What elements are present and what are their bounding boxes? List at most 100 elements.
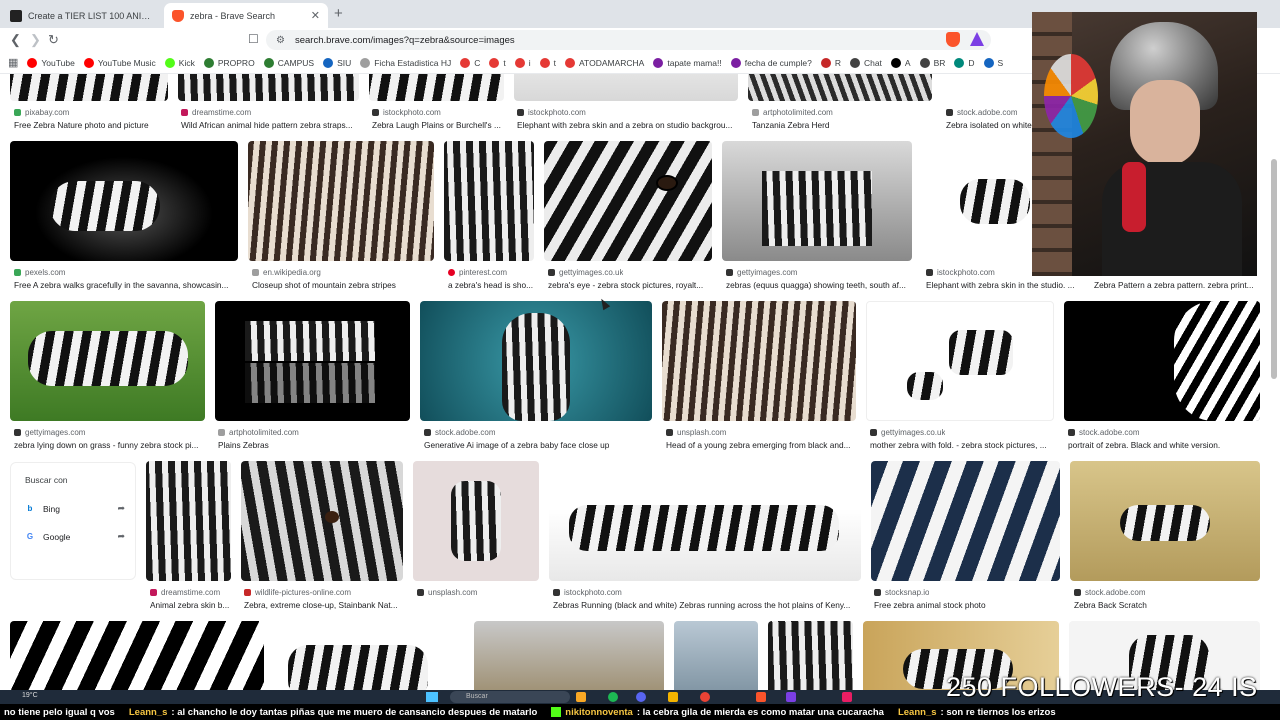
spotify-icon[interactable] xyxy=(608,692,618,702)
bookmark-item[interactable]: tapate mama!! xyxy=(653,57,722,68)
reload-icon[interactable]: ↻ xyxy=(48,32,59,48)
result-caption[interactable]: Animal zebra skin b... xyxy=(150,600,234,610)
result-source[interactable]: unsplash.com xyxy=(417,588,477,597)
result-caption[interactable]: Generative Ai image of a zebra baby face… xyxy=(424,440,654,450)
result-source[interactable]: en.wikipedia.org xyxy=(252,268,321,277)
bookmark-item[interactable]: Kick xyxy=(164,57,195,68)
result-image[interactable] xyxy=(10,301,205,421)
result-source[interactable]: istockphoto.com xyxy=(553,588,622,597)
result-source[interactable]: stock.adobe.com xyxy=(1068,428,1139,437)
result-source[interactable]: gettyimages.com xyxy=(14,428,85,437)
result-image[interactable] xyxy=(215,301,410,421)
tab-tier-list[interactable]: Create a TIER LIST 100 ANIMALES SU xyxy=(2,3,162,28)
result-image[interactable] xyxy=(474,621,664,690)
result-caption[interactable]: Free zebra animal stock photo xyxy=(874,600,1060,610)
result-source[interactable]: artphotolimited.com xyxy=(752,108,833,117)
page-scrollbar[interactable] xyxy=(1270,74,1278,690)
result-source[interactable]: stock.adobe.com xyxy=(424,428,495,437)
taskbar-search[interactable]: Buscar xyxy=(450,691,570,703)
result-caption[interactable]: Zebra Laugh Plains or Burchell's ... xyxy=(372,120,504,130)
result-image[interactable] xyxy=(420,301,652,421)
result-caption[interactable]: Zebra Pattern a zebra pattern. zebra pri… xyxy=(1094,280,1260,290)
result-caption[interactable]: Elephant with zebra skin in the studio. … xyxy=(926,280,1080,290)
result-caption[interactable]: portrait of zebra. Black and white versi… xyxy=(1068,440,1260,450)
result-source[interactable]: stocksnap.io xyxy=(874,588,929,597)
site-info-icon[interactable]: ⚙ xyxy=(276,35,285,46)
bookmark-item[interactable]: Ficha Estadistica HJ xyxy=(360,57,451,68)
bookmark-item[interactable]: S xyxy=(983,57,1003,68)
result-image[interactable] xyxy=(662,301,856,421)
brave-shields-icon[interactable] xyxy=(946,32,960,47)
bookmark-item[interactable]: YouTube Music xyxy=(83,57,156,68)
result-source[interactable]: istockphoto.com xyxy=(517,108,586,117)
result-image[interactable] xyxy=(274,621,464,690)
result-image[interactable] xyxy=(1064,301,1260,421)
bookmark-item[interactable]: fecha de cumple? xyxy=(730,57,812,68)
result-caption[interactable]: Plains Zebras xyxy=(218,440,410,450)
result-source[interactable]: pinterest.com xyxy=(448,268,507,277)
result-image[interactable] xyxy=(413,461,539,581)
windows-start-icon[interactable] xyxy=(426,692,438,702)
forward-icon[interactable]: ❯ xyxy=(30,32,41,48)
result-caption[interactable]: zebras (equus quagga) showing teeth, sou… xyxy=(726,280,914,290)
result-image[interactable] xyxy=(10,621,264,690)
bookmark-item[interactable]: ATODAMARCHA xyxy=(565,57,644,68)
result-caption[interactable]: zebra's eye - zebra stock pictures, roya… xyxy=(548,280,712,290)
bookmark-item[interactable]: PROPRO xyxy=(203,57,255,68)
bookmark-item[interactable]: i xyxy=(514,57,531,68)
brave-rewards-icon[interactable] xyxy=(970,32,984,46)
bookmark-item[interactable]: BR xyxy=(919,57,945,68)
bookmark-item[interactable]: YouTube xyxy=(27,57,75,68)
search-with-bing[interactable]: b Bing ➦ xyxy=(25,503,125,514)
result-caption[interactable]: Zebra, extreme close-up, Stainbank Nat..… xyxy=(244,600,404,610)
result-source[interactable]: unsplash.com xyxy=(666,428,726,437)
result-image[interactable] xyxy=(248,141,434,261)
brave-icon[interactable] xyxy=(756,692,766,702)
result-image[interactable] xyxy=(674,621,758,690)
result-caption[interactable]: zebra lying down on grass - funny zebra … xyxy=(14,440,206,450)
result-source[interactable]: stock.adobe.com xyxy=(946,108,1017,117)
result-caption[interactable]: Zebra Back Scratch xyxy=(1074,600,1260,610)
close-tab-icon[interactable]: ✕ xyxy=(311,9,320,22)
result-source[interactable]: gettyimages.co.uk xyxy=(870,428,945,437)
address-bar[interactable]: ⚙ search.brave.com/images?q=zebra&source… xyxy=(266,30,991,50)
result-caption[interactable]: Head of a young zebra emerging from blac… xyxy=(666,440,858,450)
result-image[interactable] xyxy=(871,461,1060,581)
result-caption[interactable]: a zebra's head is sho... xyxy=(448,280,536,290)
result-source[interactable]: dreamstime.com xyxy=(181,108,251,117)
tab-zebra-search[interactable]: zebra - Brave Search ✕ xyxy=(164,3,328,28)
result-source[interactable]: istockphoto.com xyxy=(926,268,995,277)
result-source[interactable]: wildlife-pictures-online.com xyxy=(244,588,351,597)
result-image[interactable] xyxy=(1070,461,1260,581)
bookmark-item[interactable]: t xyxy=(539,57,556,68)
result-source[interactable]: istockphoto.com xyxy=(372,108,441,117)
bookmark-item[interactable]: t xyxy=(489,57,506,68)
app-icon[interactable] xyxy=(842,692,852,702)
result-source[interactable]: pixabay.com xyxy=(14,108,69,117)
result-image[interactable] xyxy=(444,141,534,261)
result-image[interactable] xyxy=(514,74,738,101)
result-image[interactable] xyxy=(722,141,912,261)
scrollbar-thumb[interactable] xyxy=(1271,159,1277,379)
result-image[interactable] xyxy=(10,141,238,261)
result-image[interactable] xyxy=(748,74,932,101)
result-caption[interactable]: Tanzania Zebra Herd xyxy=(752,120,932,130)
chrome-icon[interactable] xyxy=(700,692,710,702)
result-source[interactable]: gettyimages.com xyxy=(726,268,797,277)
result-caption[interactable]: Zebras Running (black and white) Zebras … xyxy=(553,600,861,610)
bookmark-item[interactable]: R xyxy=(820,57,841,68)
result-source[interactable]: pexels.com xyxy=(14,268,65,277)
apps-grid-icon[interactable]: ▦ xyxy=(8,56,18,69)
folder-icon[interactable] xyxy=(668,692,678,702)
obs-icon[interactable] xyxy=(786,692,796,702)
result-image[interactable] xyxy=(544,141,712,261)
result-image[interactable] xyxy=(10,74,168,101)
result-source[interactable]: artphotolimited.com xyxy=(218,428,299,437)
discord-icon[interactable] xyxy=(636,692,646,702)
bookmark-page-icon[interactable]: ☐ xyxy=(248,32,259,46)
result-image[interactable] xyxy=(866,301,1054,421)
bookmark-item[interactable]: D xyxy=(954,57,975,68)
result-image[interactable] xyxy=(241,461,403,581)
result-image[interactable] xyxy=(922,141,1032,261)
new-tab-button[interactable]: + xyxy=(334,5,343,22)
